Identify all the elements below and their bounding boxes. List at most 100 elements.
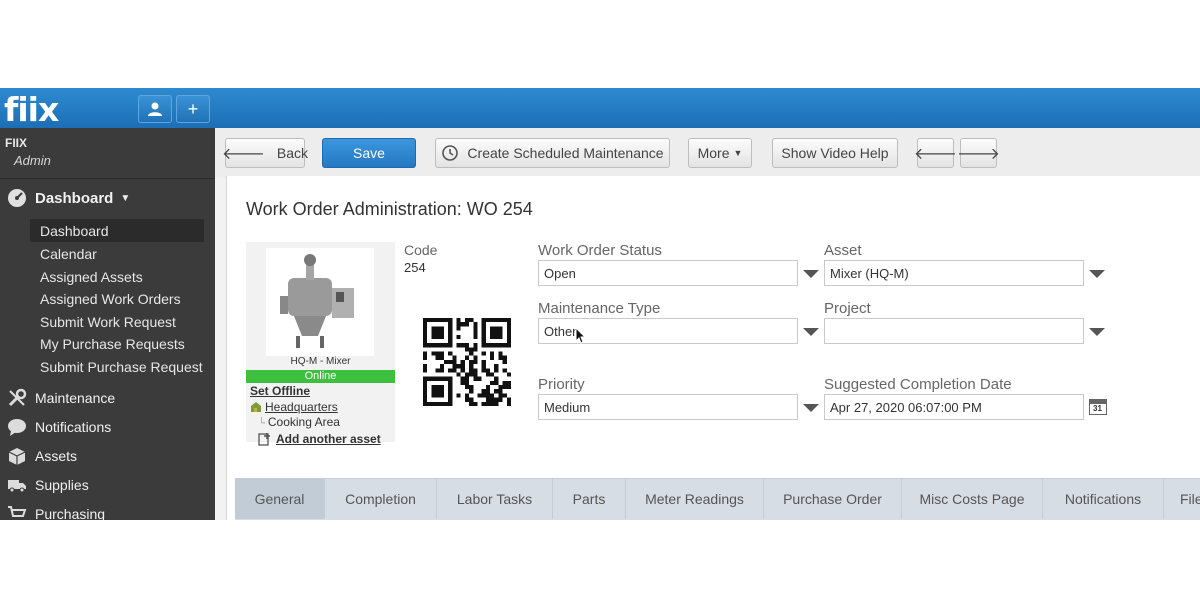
org-name: FIIX <box>5 136 28 150</box>
qr-module <box>431 393 436 398</box>
sidebar-item-assigned-assets[interactable]: Assigned Assets <box>30 265 204 288</box>
qr-module <box>506 385 511 390</box>
qr-module <box>439 389 444 394</box>
qr-module <box>423 355 428 360</box>
qr-module <box>464 397 470 402</box>
suggested-completion-date-input[interactable]: Apr 27, 2020 06:07:00 PM <box>824 394 1084 420</box>
qr-module <box>448 334 453 339</box>
sidebar-item-my-purchase-requests[interactable]: My Purchase Requests <box>30 332 204 355</box>
tab-meter-readings[interactable]: Meter Readings <box>626 479 764 519</box>
nav-assets[interactable]: Assets <box>6 443 77 469</box>
qr-module <box>506 372 511 377</box>
tab-labor-tasks[interactable]: Labor Tasks <box>437 479 553 519</box>
qr-module <box>452 355 457 360</box>
tab-completion[interactable]: Completion <box>325 479 437 519</box>
qr-module <box>494 368 499 373</box>
qr-module <box>506 330 511 335</box>
qr-module <box>431 385 436 390</box>
dropdown-arrow-icon[interactable] <box>803 404 819 412</box>
dropdown-arrow-icon[interactable] <box>803 328 819 336</box>
fiix-logo[interactable]: fiix <box>4 90 59 129</box>
tab-files[interactable]: File <box>1164 479 1200 519</box>
qr-module <box>443 359 449 365</box>
qr-module <box>481 322 486 327</box>
asset-select[interactable]: Mixer (HQ-M) <box>824 260 1084 286</box>
nav-notifications[interactable]: Notifications <box>6 414 111 440</box>
qr-module <box>431 376 436 381</box>
next-record-button[interactable]: 🡒 <box>957 138 1000 168</box>
page-title: Work Order Administration: WO 254 <box>246 199 533 219</box>
qr-module <box>473 368 478 373</box>
qr-module <box>469 372 474 377</box>
qr-module <box>502 393 507 398</box>
nav-maintenance[interactable]: Maintenance <box>6 385 115 411</box>
calendar-icon[interactable]: 31 <box>1089 399 1107 415</box>
qr-module <box>423 368 428 373</box>
location-headquarters[interactable]: Headquarters <box>250 400 338 414</box>
sidebar: FIIX Admin Dashboard ▼ Dashboard Calenda… <box>0 128 215 520</box>
dropdown-arrow-icon[interactable] <box>1089 328 1105 336</box>
tab-misc-costs-page[interactable]: Misc Costs Page <box>902 479 1043 519</box>
add-button[interactable]: + <box>176 95 210 123</box>
user-icon <box>148 102 162 116</box>
calendar-day: 31 <box>1093 404 1102 413</box>
qr-module <box>481 389 486 394</box>
asset-image[interactable] <box>266 248 374 356</box>
qr-module <box>423 318 428 323</box>
qr-module <box>435 355 440 360</box>
qr-module <box>464 376 470 381</box>
dropdown-arrow-icon[interactable] <box>803 270 819 278</box>
app-window: fiix + FIIX Admin Dashboard ▼ Dashboard … <box>0 88 1200 520</box>
tab-purchase-order[interactable]: Purchase Order <box>764 479 902 519</box>
sidebar-item-assigned-work-orders[interactable]: Assigned Work Orders <box>30 287 204 310</box>
qr-module <box>439 351 444 356</box>
qr-module <box>473 347 478 352</box>
qr-module <box>481 359 486 365</box>
work-order-status-select[interactable]: Open <box>538 260 798 286</box>
history-clock-icon <box>442 145 459 161</box>
back-button[interactable]: 🡐 Back <box>222 138 308 168</box>
building-icon <box>251 402 261 412</box>
add-another-asset-link[interactable]: Add another asset <box>258 432 381 446</box>
tab-parts[interactable]: Parts <box>553 479 626 519</box>
qr-module <box>448 343 453 348</box>
sidebar-item-submit-purchase-request[interactable]: Submit Purchase Request <box>30 355 204 378</box>
suggested-completion-date-label: Suggested Completion Date <box>824 376 1012 393</box>
location-label: Headquarters <box>265 400 338 414</box>
qr-module <box>423 338 428 344</box>
more-dropdown-button[interactable]: More ▼ <box>688 138 752 168</box>
nav-dashboard[interactable]: Dashboard ▼ <box>6 185 130 211</box>
previous-record-button[interactable]: 🡐 <box>914 138 957 168</box>
sidebar-item-submit-work-request[interactable]: Submit Work Request <box>30 310 204 333</box>
tab-general[interactable]: General <box>235 479 325 519</box>
save-button[interactable]: Save <box>322 138 416 168</box>
user-button[interactable] <box>138 95 172 123</box>
qr-module <box>494 389 499 394</box>
priority-select[interactable]: Medium <box>538 394 798 420</box>
set-offline-link[interactable]: Set Offline <box>250 384 310 398</box>
qr-module <box>423 393 428 398</box>
nav-supplies[interactable]: Supplies <box>6 472 89 498</box>
work-order-status-label: Work Order Status <box>538 242 662 259</box>
qr-module <box>460 364 465 369</box>
qr-module <box>473 330 478 335</box>
qr-module <box>469 401 474 406</box>
project-select[interactable] <box>824 318 1084 344</box>
sidebar-item-calendar[interactable]: Calendar <box>30 242 204 265</box>
qr-module <box>435 351 440 356</box>
qr-module <box>481 330 486 335</box>
qr-module <box>439 330 444 335</box>
tab-notifications[interactable]: Notifications <box>1043 479 1164 519</box>
qr-module <box>469 368 474 373</box>
create-scheduled-maintenance-button[interactable]: Create Scheduled Maintenance <box>435 138 670 168</box>
qr-module <box>435 376 440 381</box>
dropdown-arrow-icon[interactable] <box>1089 270 1105 278</box>
qr-module <box>490 343 495 348</box>
qr-module <box>473 401 478 406</box>
sidebar-item-dashboard[interactable]: Dashboard <box>30 219 204 242</box>
show-video-help-button[interactable]: Show Video Help <box>772 138 898 168</box>
qr-module <box>460 368 465 373</box>
work-order-panel: Work Order Administration: WO 254 HQ-M -… <box>226 176 1200 520</box>
qr-module <box>464 385 470 390</box>
nav-purchasing[interactable]: Purchasing <box>6 501 105 520</box>
